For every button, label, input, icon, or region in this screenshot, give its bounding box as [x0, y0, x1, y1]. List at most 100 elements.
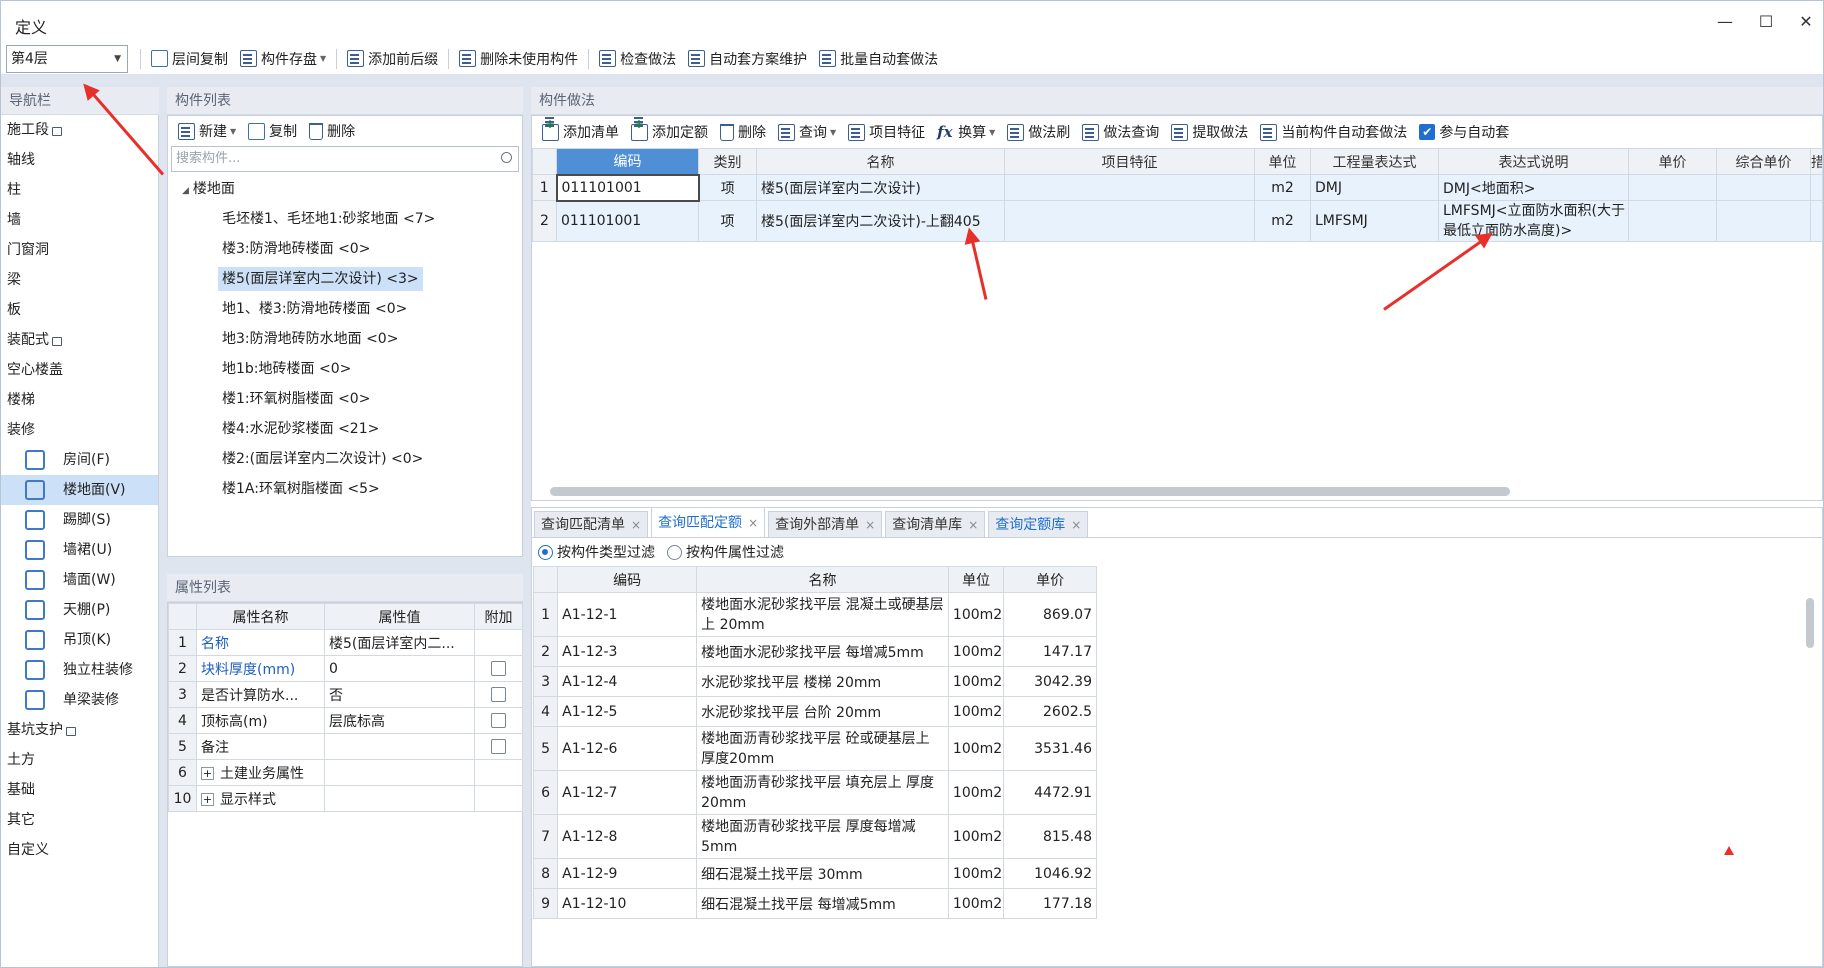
prop-value[interactable]: 楼5(面层详室内二... [324, 629, 475, 656]
nav-sub-item[interactable]: 吊顶(K) [1, 625, 158, 655]
nav-item[interactable]: 轴线 [1, 145, 158, 175]
tab-match-quota[interactable]: 查询匹配定额 × [651, 507, 766, 537]
nav-sub-item[interactable]: 楼地面(V) [1, 475, 158, 505]
quota-row[interactable]: 7 A1-12-8 楼地面沥青砂浆找平层 厚度每增减5mm 100m2 815.48 [532, 814, 1097, 859]
batch-auto-method-button[interactable]: 批量自动套做法 [813, 45, 944, 73]
quota-name[interactable]: 细石混凝土找平层 每增减5mm [696, 888, 949, 919]
quota-unit[interactable]: 100m2 [947, 592, 1005, 637]
quota-unit[interactable]: 100m2 [947, 696, 1005, 727]
quota-unit[interactable]: 100m2 [947, 726, 1005, 771]
prop-value[interactable] [324, 759, 475, 786]
method-measure[interactable] [1810, 174, 1823, 201]
method-type[interactable]: 项 [698, 200, 757, 242]
add-quota-button[interactable]: 添加定额 [625, 116, 714, 146]
component-save-button[interactable]: 构件存盘 ▼ [234, 45, 332, 73]
nav-item[interactable]: 墙 [1, 205, 158, 235]
quota-price[interactable]: 869.07 [1003, 592, 1097, 637]
prop-value[interactable] [324, 785, 475, 812]
extra-checkbox[interactable] [491, 739, 506, 754]
close-icon[interactable]: × [968, 518, 978, 532]
join-auto-checkbox[interactable]: ✔ 参与自动套 [1413, 118, 1515, 146]
prop-value[interactable]: 否 [324, 681, 475, 708]
tree-item[interactable]: 地1b:地砖楼面 <0> [168, 354, 522, 384]
nav-sub-item[interactable]: 单梁装修 [1, 685, 158, 715]
quota-code[interactable]: A1-12-6 [557, 726, 698, 771]
maximize-icon[interactable]: ☐ [1753, 11, 1779, 33]
quota-unit[interactable]: 100m2 [947, 814, 1005, 859]
current-auto-method-button[interactable]: 当前构件自动套做法 [1254, 118, 1413, 146]
query-button[interactable]: 查询 ▼ [772, 118, 842, 146]
close-icon[interactable]: × [748, 516, 758, 530]
add-prefix-suffix-button[interactable]: 添加前后缀 [341, 45, 444, 73]
method-col-total[interactable]: 综合单价 [1716, 148, 1811, 175]
quota-col-unit[interactable]: 单位 [947, 566, 1005, 593]
quota-code[interactable]: A1-12-8 [557, 814, 698, 859]
quota-price[interactable]: 177.18 [1003, 888, 1097, 919]
method-col-type[interactable]: 类别 [698, 148, 757, 175]
tab-bill-library[interactable]: 查询清单库 × [885, 511, 986, 537]
prop-value[interactable]: 层底标高 [324, 707, 475, 734]
quota-col-price[interactable]: 单价 [1003, 566, 1097, 593]
method-unit[interactable]: m2 [1254, 200, 1311, 242]
method-total[interactable] [1716, 200, 1811, 242]
quota-name[interactable]: 楼地面沥青砂浆找平层 砼或硬基层上 厚度20mm [696, 726, 949, 771]
method-delete-button[interactable]: 删除 [714, 118, 772, 146]
nav-item[interactable]: 柱 [1, 175, 158, 205]
filter-type-radio[interactable] [538, 544, 553, 560]
quota-name[interactable]: 楼地面水泥砂浆找平层 每增减5mm [696, 636, 949, 667]
quota-row[interactable]: 9 A1-12-10 细石混凝土找平层 每增减5mm 100m2 177.18 [532, 888, 1097, 919]
nav-sub-item[interactable]: 天棚(P) [1, 595, 158, 625]
tab-external-bill[interactable]: 查询外部清单 × [768, 511, 883, 537]
method-feature[interactable] [1004, 200, 1255, 242]
quota-row[interactable]: 1 A1-12-1 楼地面水泥砂浆找平层 混凝土或硬基层上 20mm 100m2 869… [532, 592, 1097, 637]
quota-row[interactable]: 3 A1-12-4 水泥砂浆找平层 楼梯 20mm 100m2 3042.39 [532, 666, 1097, 697]
nav-item[interactable]: 门窗洞 [1, 235, 158, 265]
method-desc[interactable]: DMJ<地面积> [1438, 174, 1629, 201]
method-total[interactable] [1716, 174, 1811, 201]
quota-code[interactable]: A1-12-4 [557, 666, 698, 697]
quota-price[interactable]: 1046.92 [1003, 858, 1097, 889]
method-col-desc[interactable]: 表达式说明 [1438, 148, 1629, 175]
close-icon[interactable]: × [631, 518, 641, 532]
nav-item[interactable]: 其它 [1, 805, 158, 835]
filter-attr-radio[interactable] [667, 544, 682, 560]
tree-item[interactable]: 地1、楼3:防滑地砖楼面 <0> [168, 294, 522, 324]
copy-button[interactable]: 复制 [242, 117, 303, 145]
method-desc[interactable]: LMFSMJ<立面防水面积(大于最低立面防水高度)> [1438, 200, 1629, 242]
quota-name[interactable]: 楼地面沥青砂浆找平层 厚度每增减5mm [696, 814, 949, 859]
quota-row[interactable]: 6 A1-12-7 楼地面沥青砂浆找平层 填充层上 厚度20mm 100m2 4472.… [532, 770, 1097, 815]
method-query-button[interactable]: 做法查询 [1076, 118, 1165, 146]
nav-sub-item[interactable]: 墙裙(U) [1, 535, 158, 565]
method-row[interactable]: 2 011101001 项楼5(面层详室内二次设计)-上翻405 m2 LMFSMJ LM… [532, 200, 1823, 242]
props-row[interactable]: 3 是否计算防水... 否 [168, 681, 523, 708]
tab-match-bill[interactable]: 查询匹配清单 × [534, 511, 649, 537]
tree-item[interactable]: 楼2:(面层详室内二次设计) <0> [168, 444, 522, 474]
quota-price[interactable]: 147.17 [1003, 636, 1097, 667]
nav-item[interactable]: 自定义 [1, 835, 158, 865]
quota-code[interactable]: A1-12-3 [557, 636, 698, 667]
props-row[interactable]: 10 + 显示样式 [168, 785, 523, 812]
quota-row[interactable]: 5 A1-12-6 楼地面沥青砂浆找平层 砼或硬基层上 厚度20mm 100m2 353… [532, 726, 1097, 771]
quota-col-code[interactable]: 编码 [557, 566, 698, 593]
nav-item[interactable]: 空心楼盖 [1, 355, 158, 385]
collapse-icon[interactable]: ◢ [182, 186, 189, 196]
component-search-input[interactable]: 搜索构件... [171, 146, 519, 172]
method-code[interactable]: 011101001 [555, 173, 700, 202]
add-bill-button[interactable]: 添加清单 [536, 116, 625, 146]
quota-unit[interactable]: 100m2 [947, 636, 1005, 667]
quota-price[interactable]: 815.48 [1003, 814, 1097, 859]
quota-code[interactable]: A1-12-5 [557, 696, 698, 727]
props-row[interactable]: 2 块料厚度(mm) 0 [168, 655, 523, 682]
check-method-button[interactable]: 检查做法 [593, 45, 682, 73]
delete-button[interactable]: 删除 [303, 117, 361, 145]
vertical-scrollbar[interactable] [1806, 598, 1814, 648]
method-expr[interactable]: DMJ [1310, 174, 1439, 201]
nav-item[interactable]: 土方 [1, 745, 158, 775]
tab-quota-library[interactable]: 查询定额库 × [988, 511, 1089, 537]
nav-item[interactable]: 梁 [1, 265, 158, 295]
tree-item[interactable]: 楼1:环氧树脂楼面 <0> [168, 384, 522, 414]
extra-checkbox[interactable] [491, 661, 506, 676]
prop-value[interactable]: 0 [324, 655, 475, 682]
extract-method-button[interactable]: 提取做法 [1165, 118, 1254, 146]
nav-sub-item[interactable]: 房间(F) [1, 445, 158, 475]
